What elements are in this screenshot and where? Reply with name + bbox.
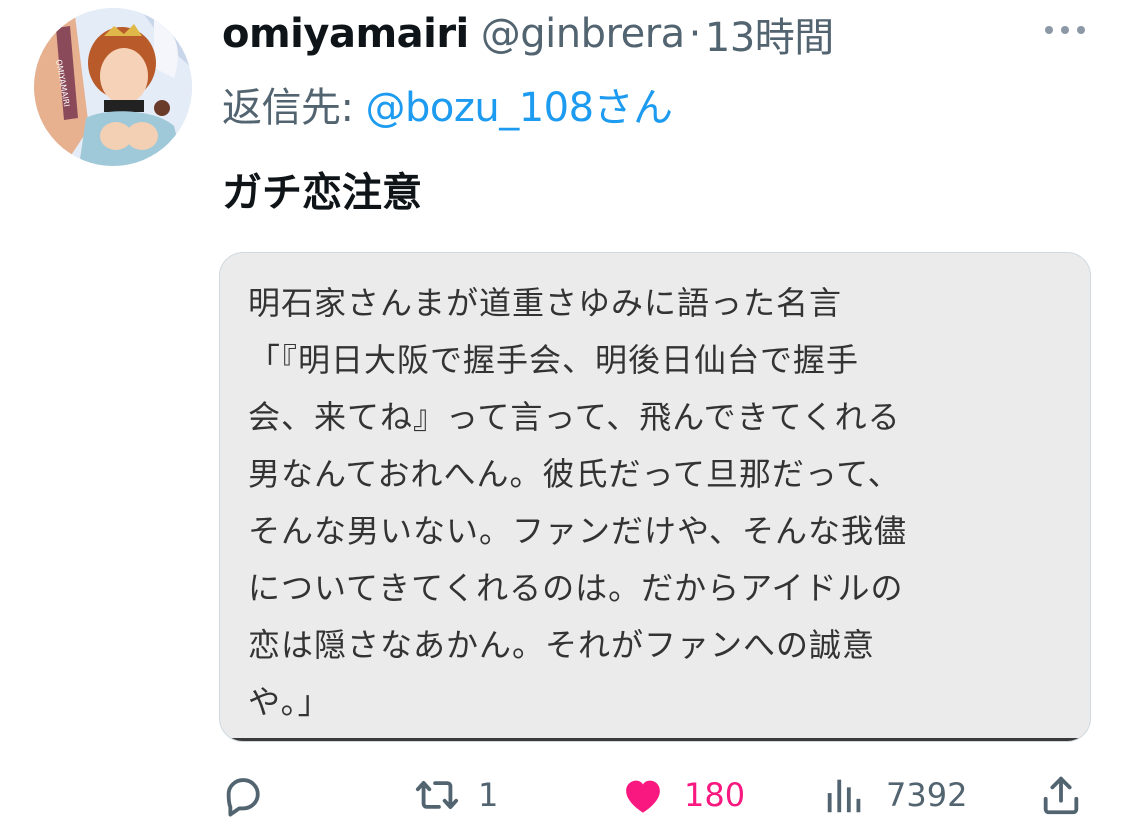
retweet-icon <box>415 781 459 809</box>
reply-to-handle-link[interactable]: @bozu_108さん <box>365 75 673 133</box>
media-text-line: についてきてくれるのは。だからアイドルの <box>248 569 904 607</box>
views-icon <box>827 779 861 813</box>
author-handle[interactable]: @ginbrera <box>481 11 685 57</box>
more-options-icon[interactable] <box>1040 20 1090 40</box>
media-bottom-edge <box>220 738 1090 741</box>
tweet-media-image[interactable]: 明石家さんまが道重さゆみに語った名言 「『明日大阪で握手会、明後日仙台で握手 会… <box>219 252 1091 742</box>
header-separator: · <box>688 11 702 57</box>
reply-icon <box>226 778 260 817</box>
reply-to-line: 返信先: @bozu_108さん <box>222 76 673 132</box>
media-text-line: や。」 <box>248 683 331 721</box>
reply-to-prefix: 返信先: <box>222 85 354 131</box>
media-text-line: 男なんておれへん。彼氏だって旦那だって、 <box>248 455 901 493</box>
author-display-name[interactable]: omiyamairi <box>222 11 469 57</box>
retweet-button[interactable]: 1 <box>414 772 498 818</box>
share-button[interactable] <box>1038 772 1084 818</box>
media-text-line: 会、来てね』って言って、飛んできてくれる <box>248 398 901 436</box>
media-text-line: 明石家さんまが道重さゆみに語った名言 <box>248 284 843 322</box>
reply-button[interactable] <box>220 772 266 818</box>
tweet-header: omiyamairi @ginbrera · 13時間 <box>222 6 834 62</box>
avatar[interactable]: OMIYAMAIRI <box>34 8 192 166</box>
like-button[interactable]: 180 <box>620 772 745 818</box>
retweet-count: 1 <box>478 776 499 814</box>
views-button[interactable]: 7392 <box>822 772 967 818</box>
media-text-line: 恋は隠さなあかん。それがファンへの誠意 <box>248 626 876 664</box>
avatar-illustration: OMIYAMAIRI <box>34 8 192 166</box>
like-count: 180 <box>684 776 746 814</box>
share-icon <box>1043 776 1079 815</box>
tweet-action-bar: 1 180 7392 <box>0 760 1124 830</box>
heart-icon <box>626 780 660 813</box>
views-count: 7392 <box>886 776 968 814</box>
tweet-timestamp[interactable]: 13時間 <box>705 5 834 63</box>
media-text-block: 明石家さんまが道重さゆみに語った名言 「『明日大阪で握手会、明後日仙台で握手 会… <box>248 275 1078 731</box>
tweet-text: ガチ恋注意 <box>222 170 422 216</box>
media-text-line: そんな男いない。ファンだけや、そんな我儘 <box>248 512 908 550</box>
media-text-line: 「『明日大阪で握手会、明後日仙台で握手 <box>248 341 860 379</box>
